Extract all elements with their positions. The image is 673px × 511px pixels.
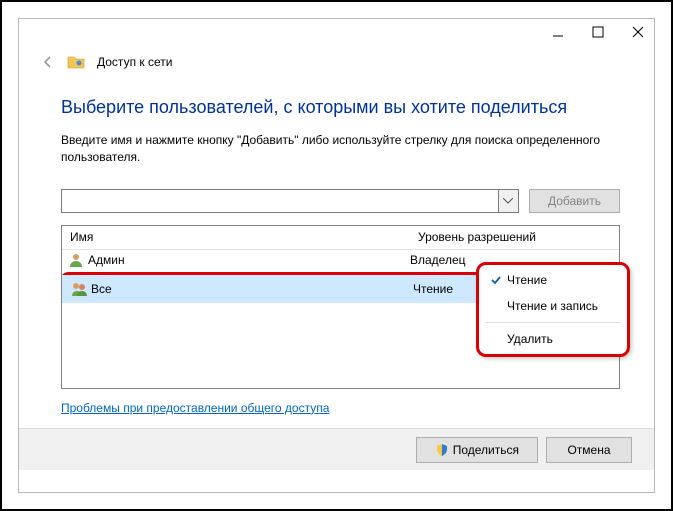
row-permission: Чтение <box>413 282 453 296</box>
dialog-header: Доступ к сети <box>41 53 172 71</box>
page-subtext: Введите имя и нажмите кнопку "Добавить" … <box>61 132 601 167</box>
column-permission[interactable]: Уровень разрешений <box>410 226 619 249</box>
share-button-label: Поделиться <box>453 443 519 457</box>
close-button[interactable] <box>632 25 644 41</box>
permission-context-menu: Чтение Чтение и запись Удалить <box>476 262 630 357</box>
dialog-window: Доступ к сети Выберите пользователей, с … <box>18 18 655 493</box>
menu-item-readwrite[interactable]: Чтение и запись <box>479 293 627 319</box>
checkmark-icon <box>485 274 507 286</box>
dialog-footer: Поделиться Отмена <box>19 428 654 470</box>
row-name: Все <box>91 282 112 296</box>
back-button[interactable] <box>41 55 55 69</box>
menu-label: Чтение и запись <box>507 299 598 313</box>
row-permission: Владелец <box>410 253 466 267</box>
table-header: Имя Уровень разрешений <box>62 226 619 250</box>
menu-item-read[interactable]: Чтение <box>479 267 627 293</box>
cancel-button[interactable]: Отмена <box>546 437 632 463</box>
combobox-dropdown-button[interactable] <box>498 190 518 212</box>
screenshot-frame: Доступ к сети Выберите пользователей, с … <box>0 0 673 511</box>
column-name[interactable]: Имя <box>62 226 410 249</box>
user-icon <box>68 252 84 268</box>
menu-label: Чтение <box>507 273 547 287</box>
menu-label: Удалить <box>507 332 553 346</box>
troubleshoot-link[interactable]: Проблемы при предоставлении общего досту… <box>61 401 329 415</box>
folder-share-icon <box>67 53 85 71</box>
page-heading: Выберите пользователей, с которыми вы хо… <box>61 97 620 118</box>
shield-icon <box>435 443 449 457</box>
dialog-title: Доступ к сети <box>97 55 172 69</box>
row-name: Админ <box>88 253 125 267</box>
minimize-button[interactable] <box>552 25 564 41</box>
menu-item-remove[interactable]: Удалить <box>479 326 627 352</box>
menu-separator <box>485 322 621 323</box>
add-user-row: Добавить <box>61 189 620 213</box>
share-button[interactable]: Поделиться <box>416 437 538 463</box>
window-controls <box>552 25 644 41</box>
group-icon <box>71 281 87 297</box>
user-combobox[interactable] <box>61 189 519 213</box>
add-user-button: Добавить <box>529 189 620 213</box>
user-input[interactable] <box>62 190 498 212</box>
maximize-button[interactable] <box>592 25 604 41</box>
